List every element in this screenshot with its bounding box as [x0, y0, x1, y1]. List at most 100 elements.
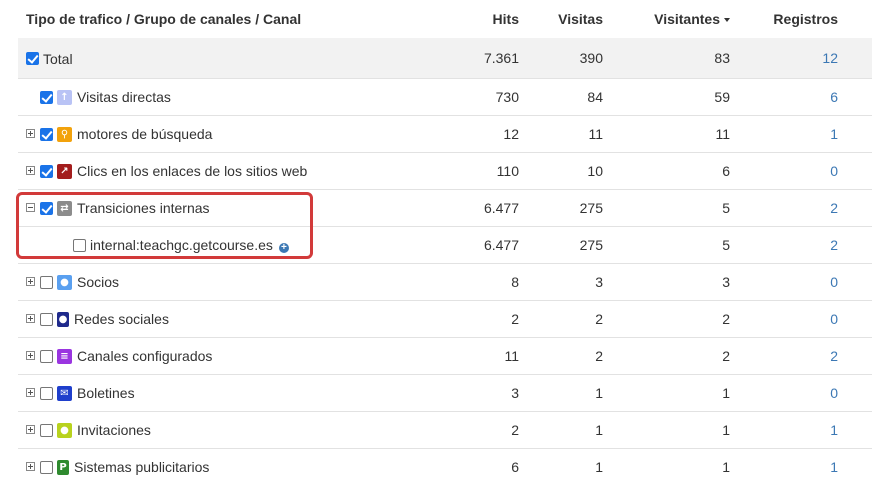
row-label[interactable]: Sistemas publicitarios [74, 459, 209, 475]
row-label[interactable]: Boletines [77, 385, 135, 401]
expand-toggle[interactable] [26, 277, 35, 286]
checkbox[interactable] [40, 313, 53, 326]
cell-registros-link[interactable]: 0 [830, 385, 838, 401]
checkbox[interactable] [40, 202, 53, 215]
cell-visitantes: 1 [722, 459, 730, 475]
cell-visitas: 275 [579, 237, 603, 253]
column-header-visitantes[interactable]: Visitantes [654, 11, 730, 27]
cell-visitantes: 6 [722, 163, 730, 179]
cell-hits: 7.361 [483, 50, 519, 66]
checkbox[interactable] [40, 461, 53, 474]
checkbox[interactable] [40, 165, 53, 178]
cell-registros-link[interactable]: 1 [830, 422, 838, 438]
plus-circle-icon[interactable]: + [278, 243, 289, 253]
cell-hits: 3 [511, 385, 519, 401]
cell-visitantes: 1 [722, 385, 730, 401]
chat-bubble-icon: ● [57, 423, 72, 438]
row-label: Total [43, 51, 73, 67]
cell-hits: 730 [495, 89, 519, 105]
cell-registros-link[interactable]: 1 [830, 459, 838, 475]
table-row: ● Invitaciones 2 1 1 1 [18, 412, 872, 449]
cell-registros-link[interactable]: 0 [830, 163, 838, 179]
cell-visitantes: 1 [722, 422, 730, 438]
row-label[interactable]: Clics en los enlaces de los sitios web [77, 163, 307, 179]
column-header-hits[interactable]: Hits [493, 11, 519, 27]
checkbox[interactable] [40, 424, 53, 437]
collapse-toggle[interactable] [26, 203, 35, 212]
list-icon: ≡ [57, 349, 72, 364]
cell-hits: 2 [511, 422, 519, 438]
cell-registros-link[interactable]: 1 [830, 126, 838, 142]
cell-visitas: 3 [595, 274, 603, 290]
cell-visitas: 10 [587, 163, 603, 179]
cell-visitas: 390 [579, 50, 603, 66]
table-row: ✉ Boletines 3 1 1 0 [18, 375, 872, 412]
checkbox[interactable] [40, 91, 53, 104]
row-label[interactable]: Socios [77, 274, 119, 290]
cell-registros-link[interactable]: 2 [830, 200, 838, 216]
cell-visitantes: 5 [722, 200, 730, 216]
checkbox[interactable] [40, 350, 53, 363]
cell-visitas: 275 [579, 200, 603, 216]
person-icon: ● [57, 312, 69, 327]
cell-registros-link[interactable]: 2 [830, 237, 838, 253]
row-label[interactable]: Canales configurados [77, 348, 212, 364]
cell-visitas: 1 [595, 459, 603, 475]
arrows-transfer-icon: ⇄ [57, 201, 72, 216]
row-label[interactable]: motores de búsqueda [77, 126, 212, 142]
cell-visitas: 1 [595, 422, 603, 438]
expand-toggle[interactable] [26, 388, 35, 397]
p-badge-icon: P [57, 460, 69, 475]
table-header: Tipo de trafico / Grupo de canales / Can… [18, 0, 872, 39]
cell-visitantes: 2 [722, 348, 730, 364]
magnifier-icon: ⚲ [57, 127, 72, 142]
expand-toggle[interactable] [26, 129, 35, 138]
cell-visitas: 2 [595, 348, 603, 364]
expand-toggle[interactable] [26, 314, 35, 323]
table-row: P Sistemas publicitarios 6 1 1 1 [18, 449, 872, 486]
cell-visitantes: 83 [714, 50, 730, 66]
channel-name: internal:teachgc.getcourse.es [90, 237, 273, 253]
column-header-visitas[interactable]: Visitas [558, 11, 603, 27]
checkbox[interactable] [40, 387, 53, 400]
sort-desc-icon [724, 18, 730, 22]
row-label[interactable]: Redes sociales [74, 311, 169, 327]
column-header-registros[interactable]: Registros [773, 11, 838, 27]
cell-hits: 12 [503, 126, 519, 142]
checkbox[interactable] [73, 239, 86, 252]
table-row-total: Total 7.361 390 83 12 [18, 38, 872, 79]
cell-visitas: 1 [595, 385, 603, 401]
row-label[interactable]: Visitas directas [77, 89, 171, 105]
row-label[interactable]: Transiciones internas [77, 200, 210, 216]
table-row: ● Redes sociales 2 2 2 0 [18, 301, 872, 338]
cell-registros-link[interactable]: 12 [822, 50, 838, 66]
speech-bubble-icon: ● [57, 275, 72, 290]
checkbox[interactable] [40, 276, 53, 289]
table-row: ● Socios 8 3 3 0 [18, 264, 872, 301]
cell-hits: 6.477 [483, 237, 519, 253]
table-row: ⚲ motores de búsqueda 12 11 11 1 [18, 116, 872, 153]
column-header-name[interactable]: Tipo de trafico / Grupo de canales / Can… [26, 11, 301, 27]
checkbox-total[interactable] [26, 52, 39, 65]
table-row: ⇄ Transiciones internas 6.477 275 5 2 [18, 190, 872, 227]
cell-visitantes: 11 [715, 126, 730, 142]
cell-hits: 2 [511, 311, 519, 327]
cell-visitantes: 3 [722, 274, 730, 290]
cell-hits: 110 [496, 163, 519, 179]
cell-visitas: 2 [595, 311, 603, 327]
expand-toggle[interactable] [26, 425, 35, 434]
cell-registros-link[interactable]: 0 [830, 274, 838, 290]
row-label[interactable]: internal:teachgc.getcourse.es + [90, 237, 289, 253]
table-row-child: internal:teachgc.getcourse.es + 6.477 275… [18, 227, 872, 264]
cell-registros-link[interactable]: 2 [830, 348, 838, 364]
cell-visitantes: 5 [722, 237, 730, 253]
expand-toggle[interactable] [26, 166, 35, 175]
cell-registros-link[interactable]: 6 [830, 89, 838, 105]
cell-visitas: 11 [588, 126, 603, 142]
checkbox[interactable] [40, 128, 53, 141]
expand-toggle[interactable] [26, 462, 35, 471]
row-label[interactable]: Invitaciones [77, 422, 151, 438]
expand-toggle[interactable] [26, 351, 35, 360]
cell-registros-link[interactable]: 0 [830, 311, 838, 327]
column-header-visitantes-label: Visitantes [654, 11, 720, 27]
